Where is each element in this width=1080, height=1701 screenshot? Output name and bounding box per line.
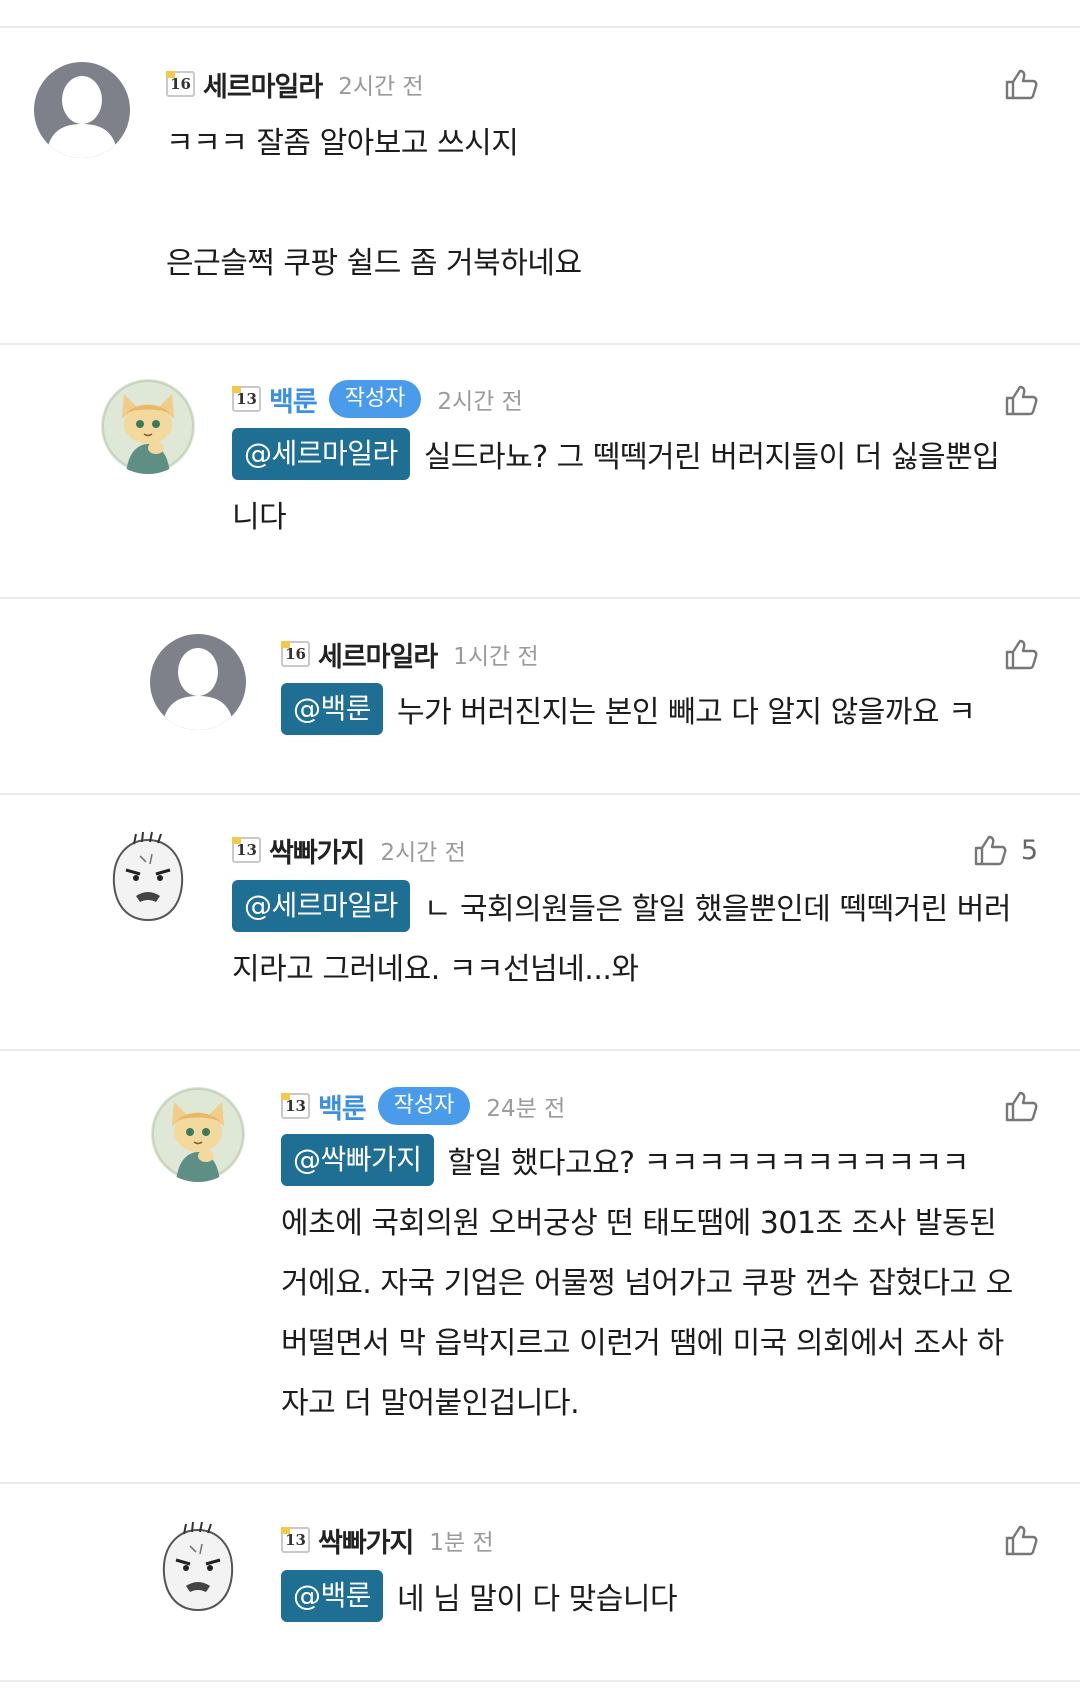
mention-tag[interactable]: @싹빠가지 <box>281 1134 434 1186</box>
timestamp: 2시간 전 <box>380 840 466 866</box>
thumbs-up-icon <box>1005 385 1038 416</box>
comment-body: @세르마일라 실드라뇨? 그 떽떽거린 버러지들이 더 싫을뿐입 니다 <box>232 428 1042 548</box>
nickname[interactable]: 백룬 <box>269 380 318 419</box>
divider <box>0 1049 1080 1051</box>
comment-meta: 13 싹빠가지 2시간 전 <box>232 830 466 870</box>
level-badge: 13 <box>281 1527 310 1553</box>
comment-line: 거에요. 자국 기업은 어물쩡 넘어가고 쿠팡 껀수 잡혔다고 오 <box>281 1266 1013 1301</box>
divider <box>0 26 1080 28</box>
thumbs-up-icon <box>974 835 1007 866</box>
nickname[interactable]: 싹빠가지 <box>318 1521 414 1560</box>
default-person-avatar-icon <box>150 634 246 730</box>
white-bear-avatar-icon <box>101 831 195 925</box>
level-badge: 16 <box>166 71 195 97</box>
comment-body: @세르마일라 ㄴ 국회의원들은 할일 했을뿐인데 떽떽거린 버러 지라고 그러네요… <box>232 880 1052 1000</box>
mention-tag[interactable]: @세르마일라 <box>232 428 410 480</box>
level-badge: 13 <box>281 1093 310 1119</box>
comment-line: ㅋㅋㅋ 잘좀 알아보고 쓰시지 <box>166 126 519 161</box>
like-button[interactable] <box>1004 638 1038 670</box>
cat-character-avatar-icon <box>101 379 195 474</box>
author-badge: 작성자 <box>377 1087 471 1125</box>
comment-meta: 13 싹빠가지 1분 전 <box>281 1520 494 1560</box>
timestamp: 1분 전 <box>429 1530 494 1556</box>
mention-tag[interactable]: @백룬 <box>281 1570 384 1622</box>
comment-line: 자고 더 말어붙인겁니다. <box>281 1386 580 1421</box>
avatar[interactable] <box>150 1520 246 1616</box>
comment-meta: 16 세르마일라 2시간 전 <box>166 64 424 104</box>
nickname[interactable]: 세르마일라 <box>318 635 438 674</box>
comment-line: 버떨면서 막 읍박지르고 이런거 땜에 미국 의회에서 조사 하 <box>281 1326 1004 1361</box>
comment-body: @싹빠가지 할일 했다고요? ㅋㅋㅋㅋㅋㅋㅋㅋㅋㅋㅋㅋ 에초에 국회의원 오버궁상… <box>281 1134 1061 1434</box>
mention-tag[interactable]: @세르마일라 <box>232 880 410 932</box>
level-badge: 13 <box>232 386 261 412</box>
comment-meta: 13 백룬 작성자 2시간 전 <box>232 379 523 419</box>
like-button[interactable] <box>1004 1524 1038 1556</box>
white-bear-avatar-icon <box>151 1521 245 1615</box>
nickname[interactable]: 싹빠가지 <box>269 831 365 870</box>
divider <box>0 1680 1080 1682</box>
comment-meta: 16 세르마일라 1시간 전 <box>281 634 539 674</box>
comment-line: 지라고 그러네요. ㅋㅋ선넘네...와 <box>232 952 639 987</box>
thumbs-up-icon <box>1005 1525 1038 1556</box>
divider <box>0 597 1080 599</box>
thumbs-up-icon <box>1005 1091 1038 1122</box>
divider <box>0 793 1080 795</box>
divider <box>0 343 1080 345</box>
comment-line: 실드라뇨? 그 떽떽거린 버러지들이 더 싫을뿐입 <box>423 440 1000 475</box>
comment-line: 누가 버러진지는 본인 빼고 다 알지 않을까요 ㅋ <box>397 695 976 730</box>
comment-line: 할일 했다고요? ㅋㅋㅋㅋㅋㅋㅋㅋㅋㅋㅋㅋ <box>447 1146 970 1181</box>
comment-line: 니다 <box>232 500 287 535</box>
comment-line: 은근슬쩍 쿠팡 쉴드 좀 거북하네요 <box>166 246 582 281</box>
comment-line: 네 님 말이 다 맞습니다 <box>397 1582 678 1617</box>
timestamp: 24분 전 <box>486 1096 566 1122</box>
level-badge: 13 <box>232 837 261 863</box>
nickname[interactable]: 세르마일라 <box>203 65 323 104</box>
default-person-avatar-icon <box>34 62 130 158</box>
mention-tag[interactable]: @백룬 <box>281 683 384 735</box>
comment-body: @백룬 네 님 말이 다 맞습니다 <box>281 1570 1051 1630</box>
nickname[interactable]: 백룬 <box>318 1087 367 1126</box>
comment-body: @백룬 누가 버러진지는 본인 빼고 다 알지 않을까요 ㅋ <box>281 683 1051 743</box>
avatar[interactable] <box>150 1086 246 1182</box>
comment-body: ㅋㅋㅋ 잘좀 알아보고 쓰시지 은근슬쩍 쿠팡 쉴드 좀 거북하네요 <box>166 114 1036 294</box>
avatar[interactable] <box>100 378 196 474</box>
comment-meta: 13 백룬 작성자 24분 전 <box>281 1086 565 1126</box>
comment-line: 에초에 국회의원 오버궁상 떤 태도땜에 301조 조사 발동된 <box>281 1206 997 1241</box>
divider <box>0 1482 1080 1484</box>
author-badge: 작성자 <box>328 380 422 418</box>
avatar[interactable] <box>150 634 246 730</box>
thumbs-up-icon <box>1005 639 1038 670</box>
timestamp: 2시간 전 <box>437 389 523 415</box>
like-button[interactable]: 5 <box>973 834 1038 866</box>
avatar[interactable] <box>34 62 130 158</box>
level-badge: 16 <box>281 641 310 667</box>
like-button[interactable] <box>1004 68 1038 100</box>
like-count: 5 <box>1020 834 1038 866</box>
comment-line: ㄴ 국회의원들은 할일 했을뿐인데 떽떽거린 버러 <box>423 892 1012 927</box>
timestamp: 2시간 전 <box>338 74 424 100</box>
like-button[interactable] <box>1004 1090 1038 1122</box>
avatar[interactable] <box>100 830 196 926</box>
thumbs-up-icon <box>1005 69 1038 100</box>
timestamp: 1시간 전 <box>453 644 539 670</box>
like-button[interactable] <box>1004 384 1038 416</box>
cat-character-avatar-icon <box>151 1087 245 1182</box>
